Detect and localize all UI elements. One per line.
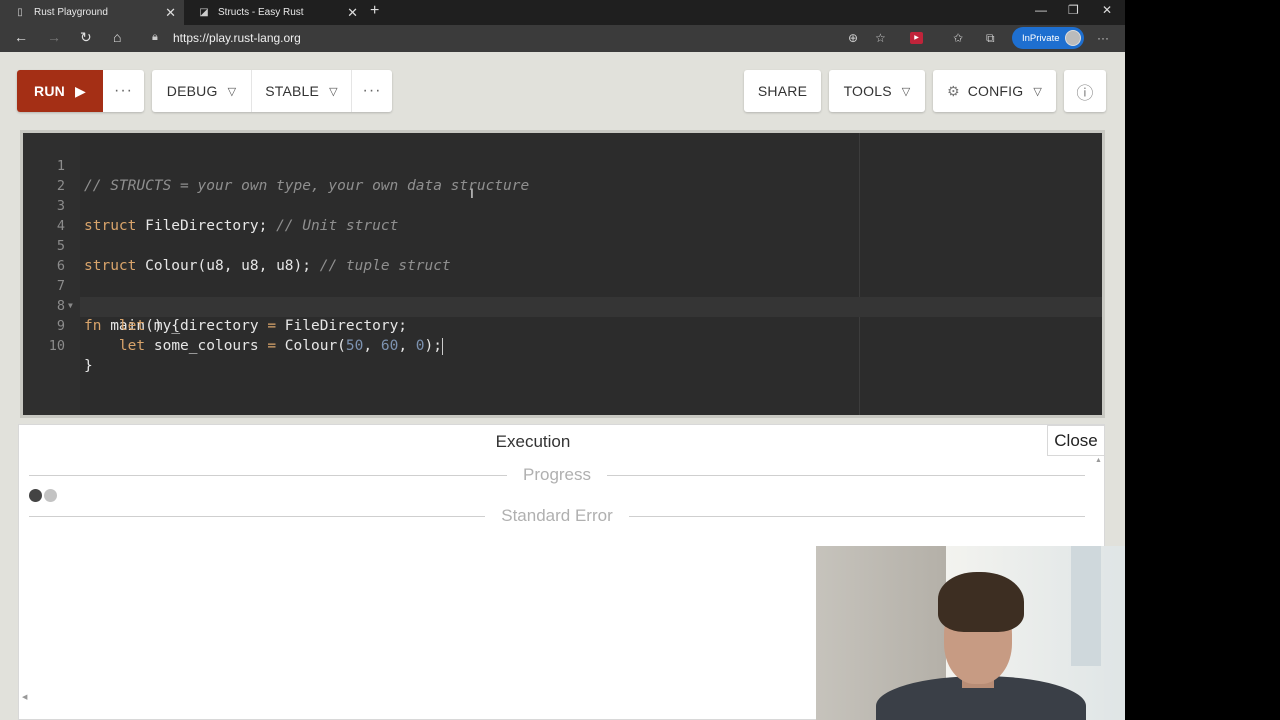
tools-button[interactable]: TOOLS ▽ (829, 70, 925, 112)
code-text: , (363, 338, 381, 354)
code-editor[interactable]: 1 // STRUCTS = your own type, your own d… (20, 130, 1105, 418)
play-icon: ▶ (74, 82, 86, 99)
code-line: 9 let some_colours = Colour(50, 60, 0); (23, 296, 1102, 355)
webcam-person-hair (938, 572, 1024, 632)
chevron-down-icon: ▽ (1033, 85, 1043, 98)
help-icon[interactable]: ⓘ (1064, 70, 1106, 112)
config-button[interactable]: ⚙ CONFIG ▽ (933, 70, 1056, 112)
home-icon[interactable]: ⌂ (113, 29, 121, 45)
code-line: 7 ▼ fn main() { (23, 256, 1102, 334)
code-line: 3 struct FileDirectory; // Unit struct (23, 176, 1102, 234)
stable-button[interactable]: STABLE ▽ (251, 70, 351, 112)
share-group: SHARE (744, 70, 821, 112)
zoom-icon[interactable]: ⊕ (848, 31, 858, 45)
back-icon[interactable]: ← (14, 29, 28, 45)
code-number: 50 (345, 338, 364, 354)
close-window-icon[interactable]: ✕ (1102, 3, 1112, 17)
tools-label: TOOLS (843, 83, 892, 99)
code-keyword: let (118, 338, 146, 354)
restore-icon[interactable]: ❐ (1068, 3, 1079, 17)
playground-header: RUN ▶ ··· DEBUG ▽ STABLE ▽ ··· SHARE TOO… (0, 52, 1125, 130)
text-cursor (442, 337, 443, 355)
config-label: CONFIG (967, 83, 1024, 99)
tab-title: Rust Playground (34, 7, 108, 18)
screen: ▯ Rust Playground ✕ ◪ Structs - Easy Rus… (0, 0, 1125, 720)
help-group: ⓘ (1064, 70, 1106, 112)
stderr-section: Standard Error (29, 506, 1085, 526)
progress-label: Progress (506, 465, 608, 484)
extension-icon[interactable]: ▶ (910, 32, 923, 44)
build-group: DEBUG ▽ STABLE ▽ ··· (152, 70, 392, 112)
loading-dot-icon (29, 489, 42, 502)
webcam-overlay (816, 546, 1125, 720)
run-button[interactable]: RUN ▶ (17, 70, 103, 112)
code-line: 4 (23, 196, 1102, 234)
code-text: , (398, 338, 416, 354)
tab-structs-easy-rust[interactable]: ◪ Structs - Easy Rust ✕ (184, 0, 366, 25)
code-line: 10 } (23, 316, 1102, 374)
tab-rust-playground[interactable]: ▯ Rust Playground ✕ (0, 0, 184, 25)
progress-section: Progress (29, 465, 1085, 485)
refresh-icon[interactable]: ↻ (80, 29, 92, 46)
share-button[interactable]: SHARE (744, 70, 821, 112)
inprivate-badge[interactable]: InPrivate (1012, 27, 1084, 49)
more-icon[interactable]: ··· (1097, 31, 1109, 45)
close-tab-icon[interactable]: ✕ (347, 5, 358, 21)
code-operator: = (267, 338, 277, 354)
chevron-down-icon: ▽ (901, 85, 911, 98)
collections-icon[interactable]: ⧉ (986, 31, 995, 46)
address-bar: ← → ↻ ⌂ 🔒︎ https://play.rust-lang.org ⊕ … (0, 25, 1125, 52)
code-line: 8 let my_directory = FileDirectory; (23, 276, 1102, 334)
tools-group: TOOLS ▽ (829, 70, 925, 112)
code-text: some_colours (145, 338, 268, 354)
add-favorite-icon[interactable]: ☆ (875, 31, 886, 45)
code-text: } (84, 358, 93, 374)
browser-tabstrip: ▯ Rust Playground ✕ ◪ Structs - Easy Rus… (0, 0, 1125, 25)
page-icon: ▯ (17, 7, 23, 18)
code-line: 1 // STRUCTS = your own type, your own d… (23, 136, 1102, 194)
code-line: 6 (23, 236, 1102, 274)
debug-button[interactable]: DEBUG ▽ (152, 70, 251, 112)
code-line: 5 struct Colour(u8, u8, u8); // tuple st… (23, 216, 1102, 274)
gear-icon: ⚙ (946, 82, 960, 99)
code-line: 2 (23, 156, 1102, 194)
stderr-label: Standard Error (485, 506, 629, 525)
code-number: 0 (415, 338, 425, 354)
book-icon: ◪ (199, 7, 209, 18)
tab-title: Structs - Easy Rust (218, 7, 304, 18)
chevron-down-icon: ▽ (227, 85, 237, 98)
build-more-button[interactable]: ··· (351, 70, 392, 112)
debug-label: DEBUG (166, 83, 218, 99)
run-more-button[interactable]: ··· (103, 70, 144, 112)
config-group: ⚙ CONFIG ▽ (933, 70, 1056, 112)
new-tab-icon[interactable]: + (370, 2, 379, 20)
favorites-icon[interactable]: ✩ (953, 31, 963, 45)
stable-label: STABLE (265, 83, 320, 99)
avatar (1065, 30, 1081, 46)
line-number: 10 (48, 338, 65, 354)
scroll-up-icon[interactable]: ▲ (1095, 457, 1102, 464)
forward-icon[interactable]: → (47, 29, 61, 45)
code-text: Colour( (276, 338, 346, 354)
run-group: RUN ▶ ··· (17, 70, 144, 112)
code-text: ); (424, 338, 442, 354)
code-number: 60 (380, 338, 399, 354)
minimize-icon[interactable]: — (1035, 3, 1047, 17)
loading-dot-icon (44, 489, 57, 502)
chevron-down-icon: ▽ (329, 85, 338, 98)
ibeam-cursor-icon: I (470, 185, 474, 201)
lock-icon[interactable]: 🔒︎ (152, 31, 158, 44)
run-label: RUN (34, 83, 65, 99)
scroll-left-icon[interactable]: ◀ (22, 693, 27, 701)
close-button[interactable]: Close (1047, 425, 1105, 456)
url-field[interactable]: https://play.rust-lang.org (173, 31, 301, 45)
output-title: Execution (495, 432, 571, 451)
webcam-blind (1071, 546, 1101, 666)
close-tab-icon[interactable]: ✕ (165, 5, 176, 21)
inprivate-label: InPrivate (1022, 32, 1060, 44)
